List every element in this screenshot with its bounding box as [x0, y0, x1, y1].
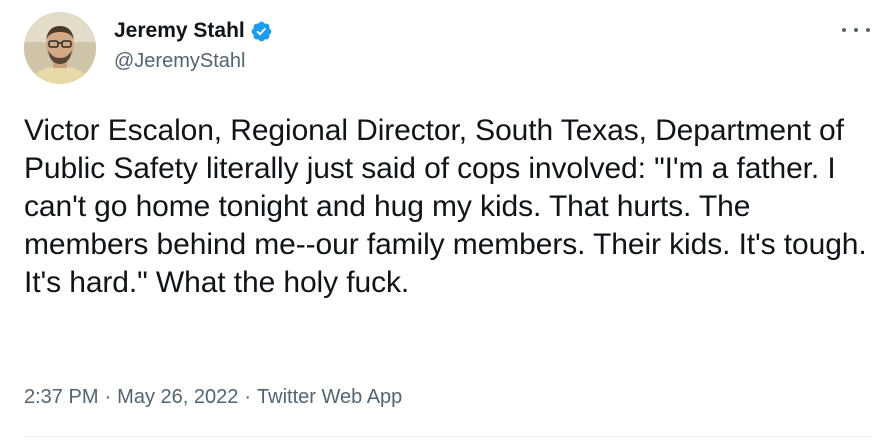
tweet-metadata: 2:37 PM · May 26, 2022 · Twitter Web App: [24, 386, 402, 409]
tweet-time[interactable]: 2:37 PM: [24, 386, 98, 409]
verified-badge-icon: [250, 20, 273, 43]
avatar-image: [24, 12, 96, 84]
tweet-date[interactable]: May 26, 2022: [117, 386, 238, 409]
meta-separator: ·: [244, 386, 252, 408]
tweet-source[interactable]: Twitter Web App: [257, 386, 402, 409]
avatar[interactable]: [24, 12, 96, 84]
author-handle[interactable]: @JeremyStahl: [114, 50, 273, 73]
tweet-card: Jeremy Stahl @JeremyStahl Victor Escalon…: [0, 0, 896, 442]
more-options-icon[interactable]: [842, 20, 870, 40]
author-display-name[interactable]: Jeremy Stahl: [114, 19, 245, 43]
author-name-row: Jeremy Stahl: [114, 14, 273, 48]
tweet-text: Victor Escalon, Regional Director, South…: [24, 114, 875, 299]
meta-separator: ·: [104, 386, 112, 408]
divider: [24, 436, 872, 437]
author-info: Jeremy Stahl @JeremyStahl: [114, 14, 273, 73]
